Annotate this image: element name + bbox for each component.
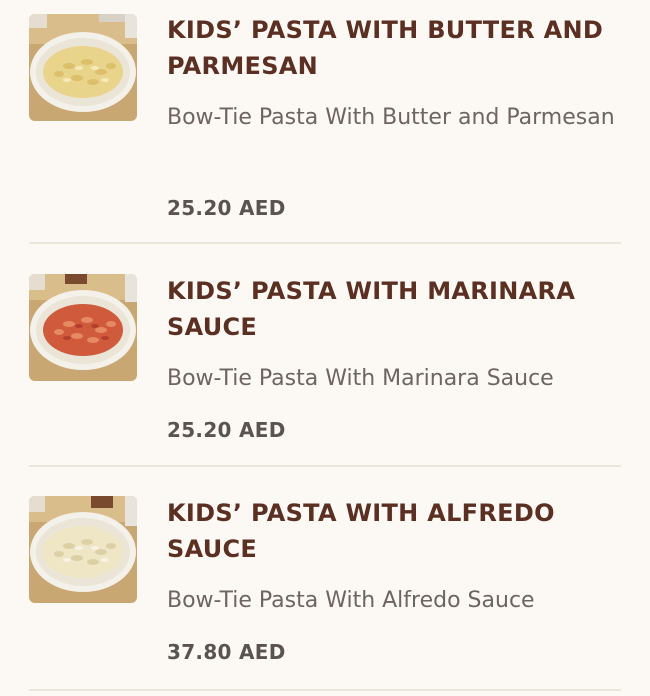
item-title[interactable]: KIDS’ PASTA WITH MARINARA SAUCE (167, 273, 627, 345)
divider (29, 689, 621, 691)
menu-list: KIDS’ PASTA WITH BUTTER AND PARMESAN Bow… (0, 0, 650, 696)
pasta-alfredo-image[interactable] (29, 496, 137, 603)
item-price: 25.20 AED (167, 418, 286, 442)
item-description: Bow-Tie Pasta With Marinara Sauce (167, 366, 554, 391)
menu-item[interactable]: KIDS’ PASTA WITH BUTTER AND PARMESAN Bow… (0, 0, 650, 245)
item-description: Bow-Tie Pasta With Alfredo Sauce (167, 588, 535, 613)
item-title[interactable]: KIDS’ PASTA WITH BUTTER AND PARMESAN (167, 12, 627, 84)
divider (29, 242, 621, 244)
item-title[interactable]: KIDS’ PASTA WITH ALFREDO SAUCE (167, 495, 627, 567)
pasta-marinara-image[interactable] (29, 274, 137, 381)
item-description: Bow-Tie Pasta With Butter and Parmesan (167, 105, 615, 130)
menu-item[interactable]: KIDS’ PASTA WITH MARINARA SAUCE Bow-Tie … (0, 245, 650, 467)
item-price: 25.20 AED (167, 196, 286, 220)
item-price: 37.80 AED (167, 640, 286, 664)
pasta-butter-parmesan-image[interactable] (29, 14, 137, 121)
menu-item[interactable]: KIDS’ PASTA WITH ALFREDO SAUCE Bow-Tie P… (0, 467, 650, 696)
